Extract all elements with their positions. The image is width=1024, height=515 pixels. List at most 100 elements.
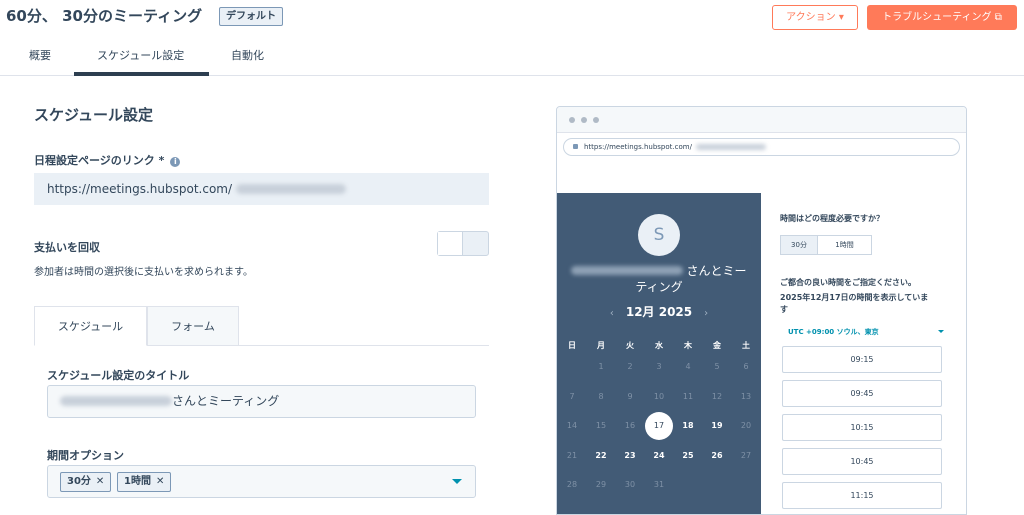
duration-option-60[interactable]: 1時間	[817, 235, 872, 255]
link-label: 日程設定ページのリンク * i	[34, 152, 181, 168]
calendar-day[interactable]: 19	[704, 419, 730, 433]
calendar-day[interactable]: 22	[588, 449, 614, 463]
redacted-slug	[695, 144, 766, 150]
chevron-down-icon[interactable]	[452, 479, 462, 484]
preview-url: https://meetings.hubspot.com/	[584, 143, 692, 151]
calendar-day[interactable]: 24	[646, 449, 672, 463]
chip-label: 30分	[67, 476, 91, 487]
calendar-day: 28	[566, 480, 578, 489]
calendar-day: 1	[598, 362, 604, 371]
calendar-day: 8	[598, 391, 604, 401]
duration-chip[interactable]: 30分 ✕	[60, 472, 112, 492]
month-navigator: ‹ 12月 2025 ›	[557, 303, 761, 320]
subtab-schedule[interactable]: スケジュール	[34, 306, 147, 346]
calendar-day[interactable]: 25	[675, 449, 701, 463]
weekday-label: 木	[684, 341, 692, 350]
remove-icon[interactable]: ✕	[96, 476, 104, 487]
timezone-select[interactable]: UTC +09:00 ソウル、東京	[788, 327, 879, 337]
calendar-day: 2	[627, 362, 633, 371]
main-tabs: 概要 スケジュール設定 自動化	[0, 37, 1024, 76]
weekday-label: 水	[655, 341, 663, 350]
calendar-day: 14	[566, 421, 578, 430]
calendar-day: 27	[740, 450, 752, 460]
calendar-day[interactable]: 23	[617, 449, 643, 463]
page-title: 60分、 30分のミーティング	[6, 7, 203, 25]
tab-schedule-settings[interactable]: スケジュール設定	[97, 47, 184, 63]
window-dot-icon	[593, 117, 599, 123]
calendar-day: 31	[653, 480, 665, 489]
calendar-panel: S さんとミー ティング ‹ 12月 2025 › 日月火水木金土123456789…	[557, 193, 761, 514]
info-icon[interactable]: i	[170, 157, 181, 167]
calendar-day: 29	[595, 480, 607, 489]
duration-option-30[interactable]: 30分	[780, 235, 818, 255]
default-badge: デフォルト	[219, 7, 283, 26]
time-slot[interactable]: 11:15	[782, 482, 942, 509]
showing-date-text: 2025年12月17日の時間を表示していま	[780, 293, 929, 302]
calendar-day: 30	[624, 480, 636, 489]
chevron-left-icon[interactable]: ‹	[610, 308, 614, 319]
weekday-label: 月	[597, 341, 605, 350]
redacted-host	[571, 266, 684, 275]
chevron-down-icon[interactable]	[938, 330, 944, 333]
time-slot-panel: 時間はどの程度必要ですか？ 30分 1時間 ご都合の良い時間をご指定ください。 …	[761, 193, 966, 514]
host-suffix: さんとミー	[686, 264, 747, 278]
browser-chrome	[557, 107, 966, 133]
payment-label: 支払いを回収	[34, 241, 100, 254]
time-slot[interactable]: 09:15	[782, 346, 942, 373]
host-meeting-title: さんとミー ティング	[557, 263, 761, 295]
tab-automation[interactable]: 自動化	[231, 47, 264, 63]
settings-pane: スケジュール設定 日程設定ページのリンク * i https://meetings…	[0, 77, 520, 515]
preview-url-bar: https://meetings.hubspot.com/	[563, 138, 960, 156]
troubleshoot-button[interactable]: トラブルシューティング ⧉	[867, 5, 1017, 30]
weekday-label: 日	[568, 341, 576, 350]
schedule-title-input[interactable]: さんとミーティング	[47, 385, 476, 418]
calendar-day: 9	[627, 391, 633, 401]
duration-chip[interactable]: 1時間 ✕	[117, 472, 172, 492]
chevron-right-icon[interactable]: ›	[704, 308, 708, 319]
weekday-label: 火	[626, 341, 634, 350]
calendar-day: 5	[714, 362, 720, 371]
calendar-day: 15	[595, 421, 607, 430]
calendar-day: 12	[711, 391, 723, 401]
calendar-day[interactable]: 26	[704, 449, 730, 463]
page-header: 60分、 30分のミーティング デフォルト アクション ▾ トラブルシューティン…	[0, 0, 1024, 34]
meeting-link-value: https://meetings.hubspot.com/	[47, 182, 233, 196]
remove-icon[interactable]: ✕	[156, 476, 164, 487]
lock-icon	[573, 144, 578, 149]
calendar-day: 16	[624, 421, 636, 430]
duration-select[interactable]: 30分 ✕ 1時間 ✕	[47, 465, 476, 498]
calendar-day[interactable]: 18	[675, 419, 701, 433]
action-button[interactable]: アクション ▾	[772, 5, 858, 30]
booking-preview: https://meetings.hubspot.com/ S さんとミー ティ…	[556, 106, 967, 515]
calendar-day: 13	[740, 391, 752, 401]
host-line2: ティング	[635, 280, 683, 294]
payment-description: 参加者は時間の選択後に支払いを求められます。	[34, 267, 253, 278]
weekday-label: 土	[742, 341, 750, 350]
toggle-knob	[438, 232, 463, 255]
meeting-link-field[interactable]: https://meetings.hubspot.com/	[34, 173, 489, 205]
calendar-day-selected[interactable]: 17	[645, 412, 673, 440]
link-label-text: 日程設定ページのリンク *	[34, 154, 165, 167]
subtab-form[interactable]: フォーム	[147, 306, 239, 346]
calendar-day: 6	[743, 362, 749, 371]
title-label: スケジュール設定のタイトル	[47, 369, 190, 382]
time-slot[interactable]: 10:45	[782, 448, 942, 475]
calendar-day: 7	[569, 391, 575, 401]
payment-toggle[interactable]	[437, 231, 489, 256]
month-label: 12月 2025	[625, 305, 693, 319]
showing-date-text-2: す	[780, 305, 788, 314]
time-slot[interactable]: 10:15	[782, 414, 942, 441]
time-slot[interactable]: 09:45	[782, 380, 942, 407]
calendar-day: 10	[653, 391, 665, 401]
window-dot-icon	[581, 117, 587, 123]
tab-overview[interactable]: 概要	[29, 47, 51, 63]
calendar-day: 11	[682, 391, 694, 401]
window-dot-icon	[569, 117, 575, 123]
redacted-name	[60, 396, 172, 406]
schedule-title-value: さんとミーティング	[172, 394, 280, 408]
avatar: S	[638, 214, 680, 256]
redacted-slug	[236, 184, 347, 194]
duration-question: 時間はどの程度必要ですか？	[780, 214, 884, 223]
choose-time-text: ご都合の良い時間をご指定ください。	[780, 278, 916, 287]
chip-label: 1時間	[124, 476, 151, 487]
